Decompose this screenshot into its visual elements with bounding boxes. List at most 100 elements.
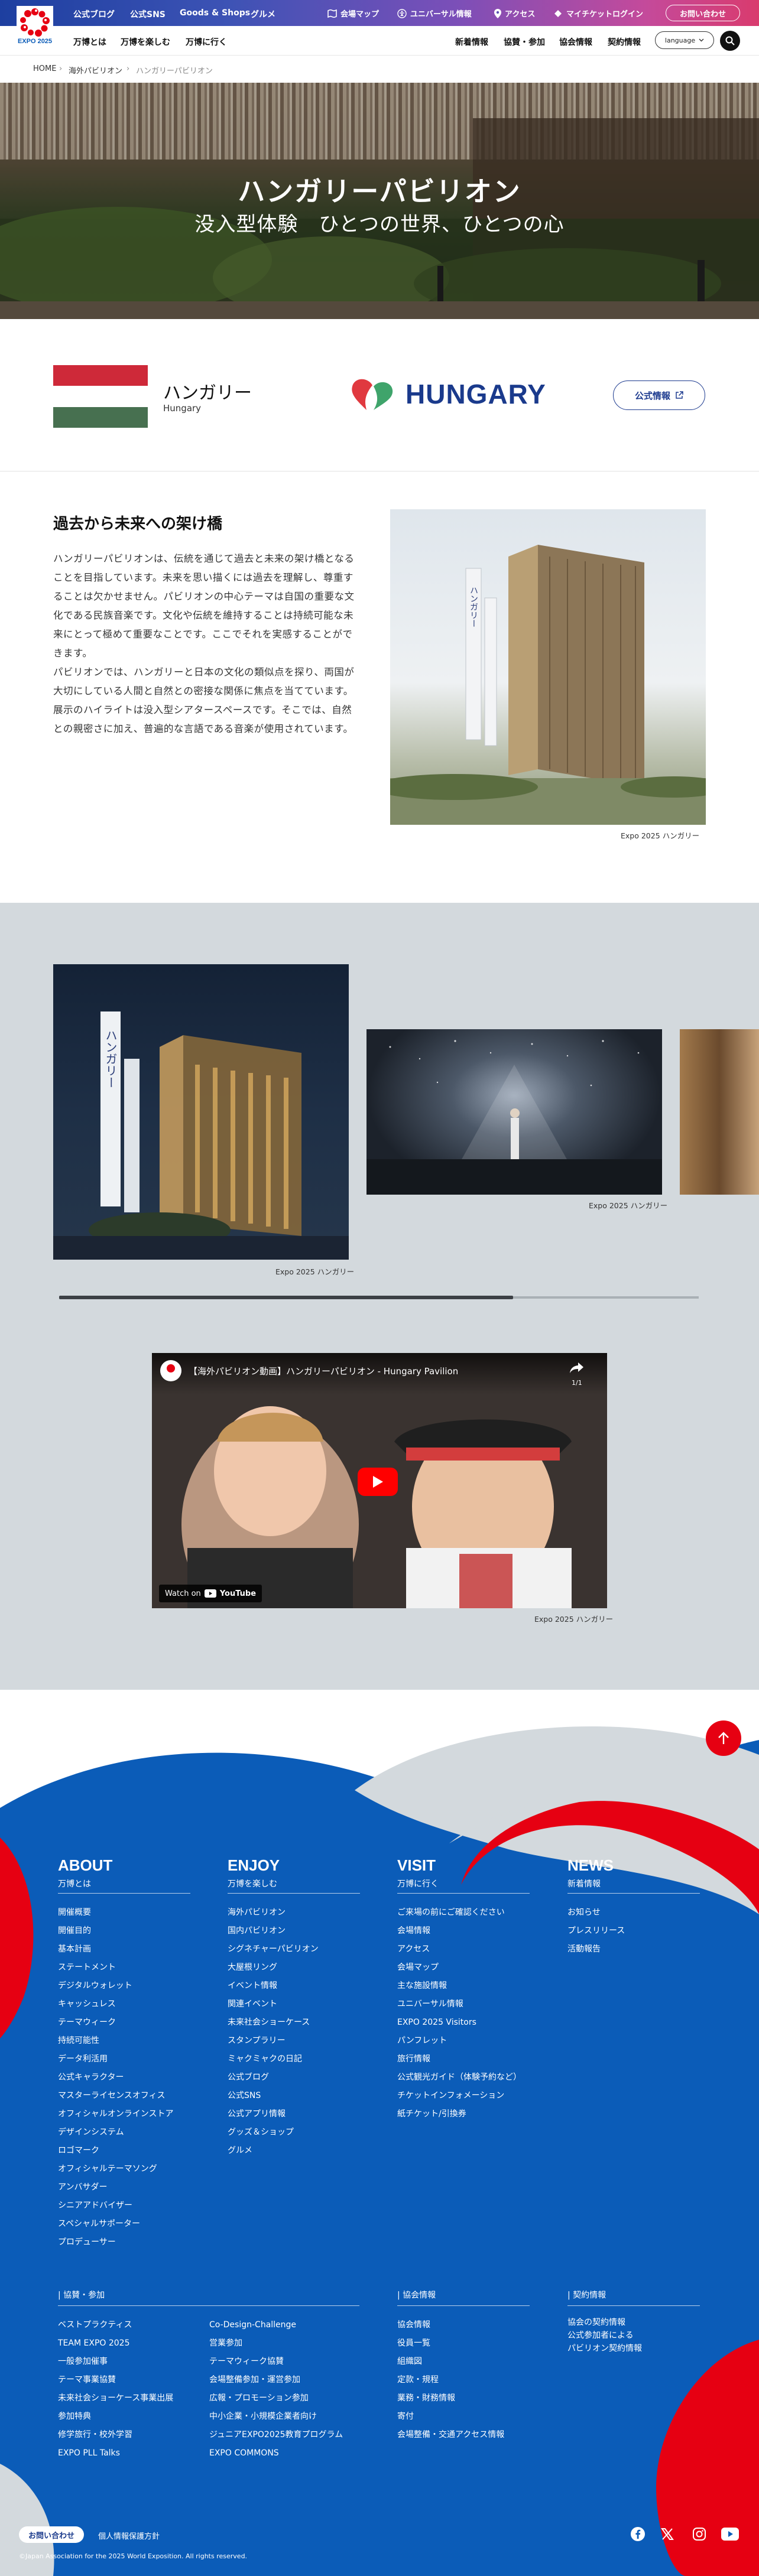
footer-link[interactable]: 業務・財務情報 [397, 2389, 504, 2408]
search-button[interactable] [720, 31, 740, 51]
footer-link[interactable]: EXPO PLL Talks [58, 2444, 173, 2463]
footer-link[interactable]: アクセス [397, 1940, 521, 1959]
footer-link[interactable]: EXPO COMMONS [209, 2444, 343, 2463]
footer-link[interactable]: イベント情報 [228, 1977, 319, 1995]
footer-link[interactable]: テーマ事業協賛 [58, 2371, 173, 2389]
footer-link[interactable]: 主な施設情報 [397, 1977, 521, 1995]
footer-link[interactable]: 海外パビリオン [228, 1904, 319, 1922]
official-info-button[interactable]: 公式情報 [613, 380, 705, 410]
topbar-link-sns[interactable]: 公式SNS [130, 8, 166, 20]
language-select[interactable]: language [655, 31, 714, 49]
footer-link[interactable]: TEAM EXPO 2025 [58, 2334, 173, 2353]
footer-link[interactable]: 公式観光ガイド（体験予約など） [397, 2068, 521, 2087]
footer-link[interactable]: アンバサダー [58, 2178, 173, 2197]
footer-link[interactable]: ジュニアEXPO2025教育プログラム [209, 2426, 343, 2444]
topbar-link-access[interactable]: アクセス [494, 8, 535, 19]
footer-link[interactable]: 国内パビリオン [228, 1922, 319, 1940]
footer-link[interactable]: 会場整備・交通アクセス情報 [397, 2426, 504, 2444]
footer-privacy-link[interactable]: 個人情報保護方針 [98, 2530, 160, 2541]
footer-link[interactable]: スペシャルサポーター [58, 2215, 173, 2233]
nav-sponsor[interactable]: 協賛・参加 [504, 36, 545, 48]
footer-visit-heading[interactable]: VISIT [397, 1856, 436, 1875]
topbar-link-blog[interactable]: 公式ブログ [73, 8, 115, 20]
back-to-top-button[interactable] [706, 1720, 741, 1756]
footer-link[interactable]: 未来社会ショーケース [228, 2014, 319, 2032]
footer-inquiry-button[interactable]: お問い合わせ [19, 2526, 84, 2543]
footer-link[interactable]: キャッシュレス [58, 1995, 173, 2014]
footer-link[interactable]: 旅行情報 [397, 2050, 521, 2068]
video-title[interactable]: 【海外パビリオン動画】ハンガリーパビリオン - Hungary Pavilion [189, 1365, 458, 1377]
footer-link[interactable]: 定款・規程 [397, 2371, 504, 2389]
youtube-video-embed[interactable]: 【海外パビリオン動画】ハンガリーパビリオン - Hungary Pavilion… [152, 1353, 607, 1608]
footer-link[interactable]: チケットインフォメーション [397, 2087, 521, 2105]
share-icon[interactable] [569, 1361, 585, 1374]
footer-link[interactable]: 参加特典 [58, 2408, 173, 2426]
youtube-icon[interactable] [720, 2524, 740, 2544]
footer-link[interactable]: データ利活用 [58, 2050, 173, 2068]
expo-logo[interactable]: EXPO 2025 [17, 6, 53, 53]
footer-link[interactable]: パンフレット [397, 2032, 521, 2050]
footer-link[interactable]: ミャクミャクの日記 [228, 2050, 319, 2068]
footer-link[interactable]: EXPO 2025 Visitors [397, 2014, 521, 2032]
topbar-inquiry-button[interactable]: お問い合わせ [666, 5, 740, 21]
footer-link[interactable]: 広報・プロモーション参加 [209, 2389, 343, 2408]
nav-news[interactable]: 新着情報 [455, 36, 488, 48]
footer-link[interactable]: テーマウィーク協賛 [209, 2353, 343, 2371]
gallery-scrollbar-thumb[interactable] [59, 1296, 513, 1299]
footer-sponsor-heading[interactable]: | 協賛・参加 [58, 2289, 105, 2301]
nav-contract[interactable]: 契約情報 [608, 36, 641, 48]
watch-on-youtube-button[interactable]: Watch on YouTube [159, 1585, 262, 1602]
footer-link[interactable]: ロゴマーク [58, 2142, 173, 2160]
footer-link[interactable]: ベストプラクティス [58, 2316, 173, 2334]
footer-link[interactable]: 協会情報 [397, 2316, 504, 2334]
footer-link[interactable]: ステートメント [58, 1959, 173, 1977]
gallery-image-night-exterior[interactable]: ハンガリー [53, 964, 349, 1260]
footer-link[interactable]: 基本計画 [58, 1940, 173, 1959]
footer-link[interactable]: 寄付 [397, 2408, 504, 2426]
footer-link[interactable]: 中小企業・小規模企業者向け [209, 2408, 343, 2426]
footer-link[interactable]: 一般参加催事 [58, 2353, 173, 2371]
footer-link[interactable]: 関連イベント [228, 1995, 319, 2014]
footer-link[interactable]: 公式SNS [228, 2087, 319, 2105]
footer-link[interactable]: マスターライセンスオフィス [58, 2087, 173, 2105]
footer-link[interactable]: 持続可能性 [58, 2032, 173, 2050]
nav-association[interactable]: 協会情報 [559, 36, 592, 48]
footer-about-heading[interactable]: ABOUT [58, 1856, 112, 1875]
footer-link[interactable]: デジタルウォレット [58, 1977, 173, 1995]
gallery-image-interior[interactable] [680, 1029, 759, 1195]
footer-news-heading[interactable]: NEWS [567, 1856, 614, 1875]
footer-link[interactable]: プレスリリース [567, 1922, 625, 1940]
gallery-image-theater[interactable] [366, 1029, 662, 1195]
footer-link[interactable]: ご来場の前にご確認ください [397, 1904, 521, 1922]
footer-link[interactable]: グッズ＆ショップ [228, 2123, 319, 2142]
footer-contract-heading[interactable]: | 契約情報 [567, 2289, 606, 2301]
footer-link[interactable]: 会場整備参加・運営参加 [209, 2371, 343, 2389]
footer-link[interactable]: オフィシャルテーマソング [58, 2160, 173, 2178]
footer-link[interactable]: スタンプラリー [228, 2032, 319, 2050]
footer-link[interactable]: 組織図 [397, 2353, 504, 2371]
nav-enjoy[interactable]: 万博を楽しむ [121, 36, 170, 48]
breadcrumb-home[interactable]: HOME [33, 64, 56, 73]
facebook-icon[interactable] [628, 2524, 648, 2544]
footer-link[interactable]: ユニバーサル情報 [397, 1995, 521, 2014]
footer-link[interactable]: 紙チケット/引換券 [397, 2105, 521, 2123]
footer-link[interactable]: 会場マップ [397, 1959, 521, 1977]
footer-link[interactable]: シニアアドバイザー [58, 2197, 173, 2215]
footer-link[interactable]: テーマウィーク [58, 2014, 173, 2032]
footer-assoc-heading[interactable]: | 協会情報 [397, 2289, 436, 2301]
footer-link[interactable]: 公式キャラクター [58, 2068, 173, 2087]
footer-link[interactable]: 大屋根リング [228, 1959, 319, 1977]
footer-link[interactable]: 未来社会ショーケース事業出展 [58, 2389, 173, 2408]
footer-link[interactable]: シグネチャーパビリオン [228, 1940, 319, 1959]
footer-enjoy-heading[interactable]: ENJOY [228, 1856, 280, 1875]
footer-link[interactable]: 修学旅行・校外学習 [58, 2426, 173, 2444]
footer-link[interactable]: グルメ [228, 2142, 319, 2160]
topbar-link-ticket-login[interactable]: マイチケットログイン [553, 8, 643, 19]
topbar-link-gourmet[interactable]: グルメ [251, 8, 275, 20]
footer-link[interactable]: デザインシステム [58, 2123, 173, 2142]
topbar-link-universal[interactable]: ユニバーサル情報 [397, 8, 472, 19]
footer-link[interactable]: プロデューサー [58, 2233, 173, 2252]
footer-link[interactable]: 協会の契約情報 [567, 2316, 642, 2329]
nav-visit[interactable]: 万博に行く [186, 36, 227, 48]
footer-link[interactable]: 公式参加者による パビリオン契約情報 [567, 2329, 642, 2355]
